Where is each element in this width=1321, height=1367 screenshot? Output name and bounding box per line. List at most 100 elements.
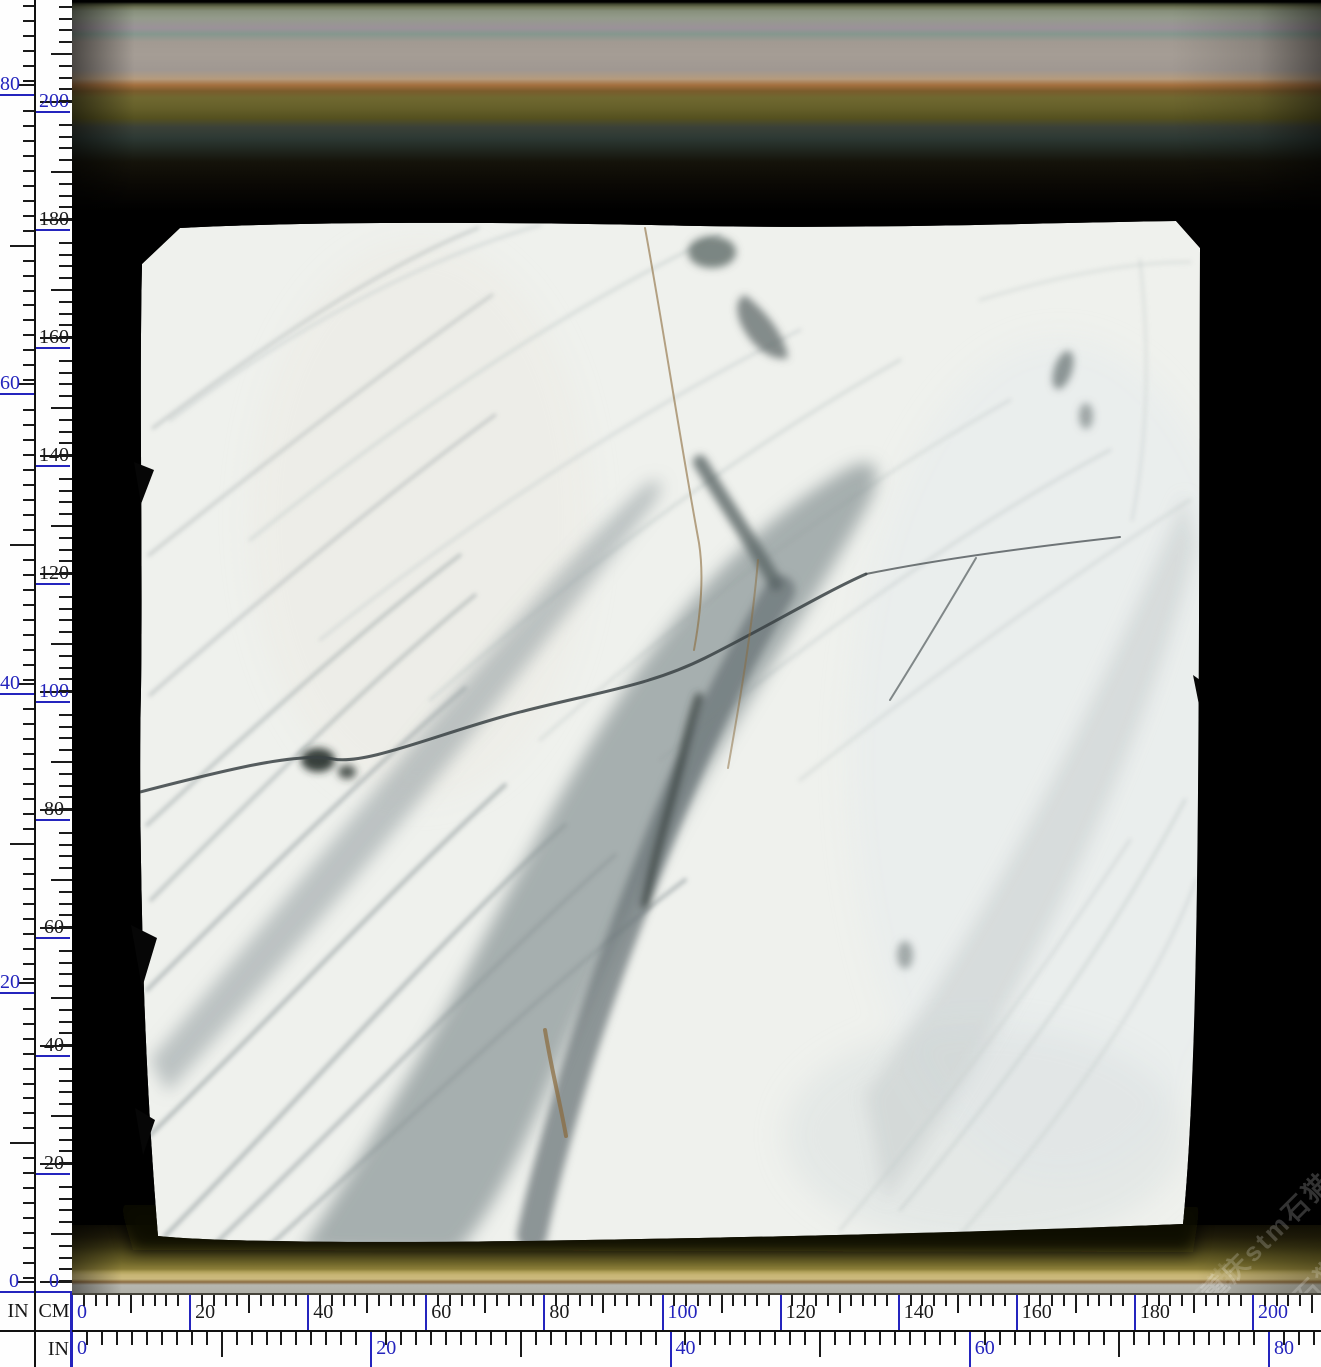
ruler-minor-tick: [834, 1332, 836, 1345]
ruler-minor-tick: [1148, 1332, 1150, 1345]
ruler-minor-tick: [697, 1295, 699, 1306]
ruler-minor-tick: [59, 147, 72, 149]
ruler-minor-tick: [756, 1295, 758, 1306]
ruler-minor-tick: [59, 1091, 72, 1093]
ruler-minor-tick: [59, 1139, 72, 1141]
ruler-minor-tick: [610, 1332, 612, 1345]
ruler-minor-tick: [874, 1295, 876, 1306]
ruler-minor-tick: [673, 1295, 675, 1306]
ruler-minor-tick: [460, 1332, 462, 1345]
ruler-minor-tick: [86, 1332, 88, 1345]
ruler-minor-tick: [118, 1295, 120, 1306]
ruler-minor-tick: [385, 1332, 387, 1345]
ruler-minor-tick: [1088, 1332, 1090, 1345]
vertical-cm-unit-label: CM: [36, 1293, 72, 1323]
ruler-minor-tick: [206, 1332, 208, 1345]
ruler-minor-tick: [827, 1295, 829, 1306]
ruler-minor-tick: [59, 808, 72, 810]
ruler-medium-tick: [1075, 1295, 1077, 1313]
ruler-minor-tick: [1276, 1295, 1278, 1306]
ruler-label: 100: [668, 1302, 698, 1322]
ruler-major-line: [72, 1332, 73, 1367]
ruler-minor-tick: [924, 1332, 926, 1345]
ruler-minor-tick: [142, 1295, 144, 1306]
ruler-minor-tick: [310, 1332, 312, 1345]
ruler-minor-tick: [791, 1295, 793, 1306]
ruler-minor-tick: [1110, 1295, 1112, 1306]
ruler-minor-tick: [59, 1103, 72, 1105]
ruler-minor-tick: [295, 1332, 297, 1345]
ruler-minor-tick: [1029, 1332, 1031, 1345]
ruler-minor-tick: [774, 1332, 776, 1345]
ruler-minor-tick: [638, 1295, 640, 1306]
ruler-minor-tick: [59, 1257, 72, 1259]
ruler-minor-tick: [59, 690, 72, 692]
ruler-medium-tick: [51, 761, 72, 763]
ruler-minor-tick: [59, 1044, 72, 1046]
ruler-minor-tick: [59, 749, 72, 751]
ruler-minor-tick: [461, 1295, 463, 1306]
ruler-minor-tick: [325, 1332, 327, 1345]
ruler-minor-tick: [59, 855, 72, 857]
ruler-major-line: [543, 1295, 545, 1332]
ruler-minor-tick: [59, 867, 72, 869]
ruler-minor-tick: [532, 1295, 534, 1306]
ruler-minor-tick: [251, 1332, 253, 1345]
ruler-minor-tick: [225, 1295, 227, 1306]
ruler-minor-tick: [59, 572, 72, 574]
ruler-minor-tick: [59, 962, 72, 964]
ruler-minor-tick: [266, 1332, 268, 1345]
ruler-minor-tick: [862, 1295, 864, 1306]
ruler-minor-tick: [909, 1332, 911, 1345]
ruler-minor-tick: [1287, 1295, 1289, 1306]
ruler-minor-tick: [59, 667, 72, 669]
ruler-minor-tick: [415, 1332, 417, 1345]
ruler-minor-tick: [933, 1295, 935, 1306]
ruler-minor-tick: [59, 454, 72, 456]
ruler-medium-tick: [51, 53, 72, 55]
ruler-minor-tick: [295, 1295, 297, 1306]
ruler-minor-tick: [567, 1295, 569, 1306]
ruler-minor-tick: [759, 1332, 761, 1345]
ruler-minor-tick: [59, 560, 72, 562]
ruler-minor-tick: [1264, 1295, 1266, 1306]
ruler-minor-tick: [626, 1295, 628, 1306]
ruler-minor-tick: [815, 1295, 817, 1306]
ruler-minor-tick: [910, 1295, 912, 1306]
ruler-minor-tick: [59, 218, 72, 220]
ruler-minor-tick: [59, 336, 72, 338]
ruler-minor-tick: [272, 1295, 274, 1306]
ruler-minor-tick: [400, 1332, 402, 1345]
ruler-minor-tick: [685, 1295, 687, 1306]
ruler-minor-tick: [59, 1127, 72, 1129]
ruler-minor-tick: [59, 1009, 72, 1011]
ruler-minor-tick: [1298, 1332, 1300, 1345]
ruler-minor-tick: [59, 549, 72, 551]
ruler-minor-tick: [1163, 1332, 1165, 1345]
ruler-medium-tick: [51, 1115, 72, 1117]
ruler-minor-tick: [992, 1295, 994, 1306]
ruler-major-line: [189, 1295, 191, 1332]
ruler-minor-tick: [191, 1332, 193, 1345]
ruler-minor-tick: [59, 206, 72, 208]
ruler-minor-tick: [945, 1295, 947, 1306]
ruler-medium-tick: [819, 1332, 821, 1357]
horizontal-inch-unit-label: IN: [36, 1332, 72, 1361]
ruler-major-line: [969, 1332, 971, 1367]
ruler-minor-tick: [59, 513, 72, 515]
ruler-minor-tick: [59, 277, 72, 279]
scan-image-area: 重庆stm石猫 重庆stm石猫 重庆stm石猫: [72, 0, 1321, 1293]
ruler-medium-tick: [248, 1295, 250, 1313]
ruler-minor-tick: [565, 1332, 567, 1345]
ruler-major-line: [425, 1295, 427, 1332]
ruler-minor-tick: [921, 1295, 923, 1306]
ruler-minor-tick: [161, 1332, 163, 1345]
ruler-minor-tick: [1181, 1295, 1183, 1306]
ruler-minor-tick: [59, 926, 72, 928]
ruler-minor-tick: [430, 1332, 432, 1345]
ruler-minor-tick: [475, 1332, 477, 1345]
ruler-minor-tick: [201, 1295, 203, 1306]
ruler-minor-tick: [59, 29, 72, 31]
slab-scan-viewport: 重庆stm石猫 重庆stm石猫 重庆stm石猫 020406080 020406…: [0, 0, 1321, 1367]
ruler-minor-tick: [1299, 1295, 1301, 1306]
